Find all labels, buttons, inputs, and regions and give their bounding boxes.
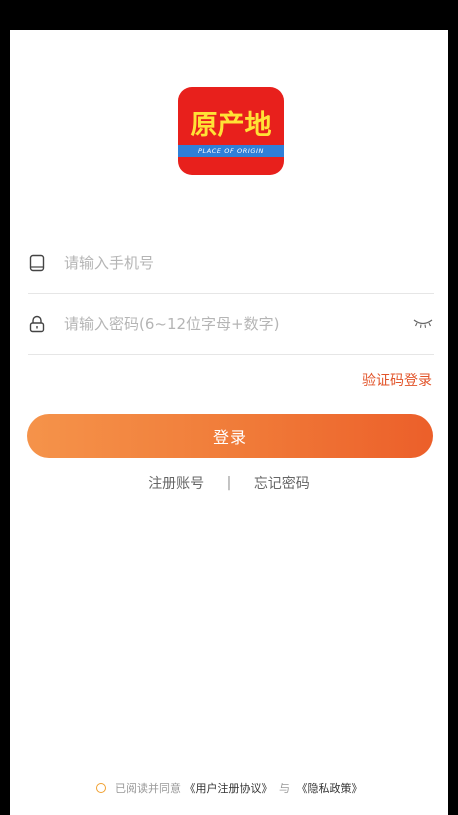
login-screen: 原产地 PLACE OF ORIGIN 验证码登录 登录 注册账号 | 忘记密码 bbox=[10, 30, 448, 815]
app-logo: 原产地 PLACE OF ORIGIN bbox=[178, 87, 284, 175]
links-separator: | bbox=[226, 475, 232, 491]
agreement-radio[interactable] bbox=[95, 783, 106, 793]
register-link[interactable]: 注册账号 bbox=[148, 473, 204, 493]
lock-icon bbox=[29, 315, 45, 333]
user-agreement-link[interactable]: 《用户注册协议》 bbox=[185, 780, 273, 796]
logo-band: PLACE OF ORIGIN bbox=[178, 145, 284, 157]
phone-icon bbox=[29, 254, 45, 272]
eye-closed-icon[interactable] bbox=[412, 316, 434, 330]
agreement-conjunction: 与 bbox=[279, 782, 290, 795]
password-input[interactable] bbox=[64, 311, 394, 337]
phone-input[interactable] bbox=[64, 250, 394, 276]
password-field bbox=[28, 294, 434, 355]
account-links: 注册账号 | 忘记密码 bbox=[10, 473, 448, 493]
sms-login-link[interactable]: 验证码登录 bbox=[362, 370, 432, 390]
logo-name: 原产地 bbox=[190, 110, 272, 141]
agreement-row: 已阅读并同意 《用户注册协议》 与 《隐私政策》 bbox=[10, 780, 448, 798]
forgot-password-link[interactable]: 忘记密码 bbox=[254, 473, 310, 493]
privacy-policy-link[interactable]: 《隐私政策》 bbox=[297, 780, 363, 796]
agreement-prefix: 已阅读并同意 bbox=[115, 782, 181, 795]
login-button[interactable]: 登录 bbox=[27, 414, 433, 458]
phone-field bbox=[28, 233, 434, 294]
